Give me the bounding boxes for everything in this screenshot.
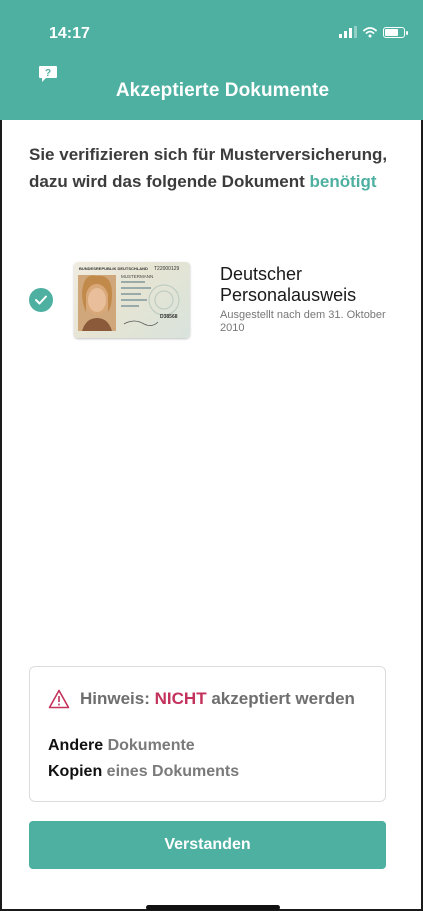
svg-text:BUNDESREPUBLIK DEUTSCHLAND: BUNDESREPUBLIK DEUTSCHLAND bbox=[79, 266, 148, 271]
notice-item-strong: Andere bbox=[48, 737, 104, 754]
battery-icon bbox=[383, 26, 408, 38]
notice-box: Hinweis: NICHT akzeptiert werden Andere … bbox=[29, 666, 386, 802]
svg-text:D38568: D38568 bbox=[160, 314, 178, 320]
checkmark-icon bbox=[29, 288, 53, 312]
document-subtitle: Ausgestellt nach dem 31. Oktober 2010 bbox=[220, 309, 386, 334]
notice-rest: akzeptiert werden bbox=[211, 689, 355, 708]
document-title-line2: Personalausweis bbox=[220, 285, 357, 305]
status-icons bbox=[339, 26, 408, 38]
notice-item-rest: Dokumente bbox=[107, 737, 195, 754]
svg-text:?: ? bbox=[45, 68, 51, 79]
notice-heading-text: Hinweis: NICHT akzeptiert werden bbox=[80, 689, 355, 709]
intro-text: Sie verifizieren sich für Musterversiche… bbox=[29, 141, 399, 195]
home-indicator[interactable] bbox=[146, 905, 280, 910]
wifi-icon bbox=[363, 27, 377, 38]
notice-label: Hinweis: bbox=[80, 689, 150, 708]
verstanden-button[interactable]: Verstanden bbox=[29, 821, 386, 869]
header-bar: 14:17 ? Akzeptierte Dokumente bbox=[0, 0, 423, 120]
warning-triangle-icon bbox=[48, 689, 70, 709]
svg-text:MUSTERMANN: MUSTERMANN bbox=[121, 274, 153, 279]
notice-item-rest: eines Dokuments bbox=[106, 763, 240, 780]
svg-text:T22000129: T22000129 bbox=[154, 266, 180, 272]
notice-nicht: NICHT bbox=[154, 689, 207, 708]
notice-item: Kopien eines Dokuments bbox=[48, 763, 239, 781]
document-title: Deutscher Personalausweis bbox=[220, 264, 356, 306]
id-card-image: BUNDESREPUBLIK DEUTSCHLAND T22000129 MUS… bbox=[74, 262, 190, 338]
page-title: Akzeptierte Dokumente bbox=[115, 80, 330, 101]
notice-item: Andere Dokumente bbox=[48, 737, 195, 755]
notice-heading: Hinweis: NICHT akzeptiert werden bbox=[48, 689, 355, 709]
signal-icon bbox=[339, 26, 357, 38]
intro-highlight: benötigt bbox=[309, 172, 377, 191]
document-title-line1: Deutscher bbox=[220, 264, 303, 284]
document-option-personalausweis[interactable]: BUNDESREPUBLIK DEUTSCHLAND T22000129 MUS… bbox=[29, 262, 399, 342]
notice-item-strong: Kopien bbox=[48, 763, 103, 780]
status-time: 14:17 bbox=[49, 25, 90, 42]
